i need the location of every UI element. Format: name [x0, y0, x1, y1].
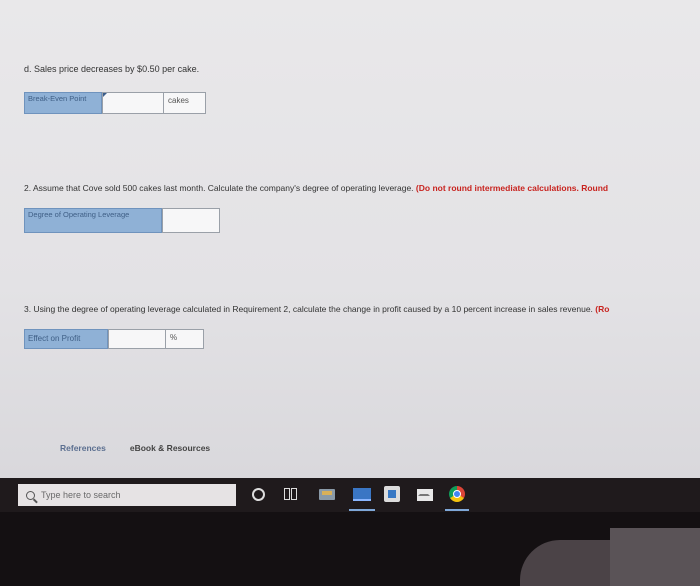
- file-explorer-icon[interactable]: [319, 489, 335, 500]
- mail-icon[interactable]: [417, 489, 433, 501]
- question-2-text: 2. Assume that Cove sold 500 cakes last …: [24, 183, 608, 193]
- active-indicator: [349, 509, 375, 511]
- break-even-row: Break-Even Point cakes: [24, 92, 206, 114]
- ebook-link[interactable]: eBook & Resources: [130, 443, 210, 453]
- browser-content: d. Sales price decreases by $0.50 per ca…: [0, 0, 700, 478]
- effect-row: Effect on Profit %: [24, 329, 204, 349]
- question-2-body: 2. Assume that Cove sold 500 cakes last …: [24, 183, 414, 193]
- break-even-label: Break-Even Point: [24, 92, 102, 114]
- dol-row: Degree of Operating Leverage: [24, 208, 220, 233]
- active-indicator: [445, 509, 469, 511]
- cortana-icon[interactable]: [252, 488, 265, 501]
- search-icon: [26, 490, 35, 500]
- effect-unit: %: [166, 329, 204, 349]
- references-link[interactable]: References: [60, 443, 106, 453]
- chrome-icon[interactable]: [449, 486, 465, 502]
- store-icon[interactable]: [384, 486, 400, 502]
- taskbar: Type here to search: [0, 478, 700, 512]
- effect-label: Effect on Profit: [24, 329, 108, 349]
- edge-icon[interactable]: [353, 488, 371, 501]
- dol-input[interactable]: [162, 208, 220, 233]
- question-3-body: 3. Using the degree of operating leverag…: [24, 304, 593, 314]
- effect-input[interactable]: [108, 329, 166, 349]
- question-d-text: d. Sales price decreases by $0.50 per ca…: [24, 64, 200, 74]
- taskbar-search-box[interactable]: Type here to search: [18, 484, 236, 506]
- break-even-input[interactable]: [102, 92, 164, 114]
- dol-label: Degree of Operating Leverage: [24, 208, 162, 233]
- question-3-note: (Ro: [595, 304, 610, 314]
- desk-object: [610, 528, 700, 586]
- question-2-note: (Do not round intermediate calculations.…: [415, 183, 609, 193]
- question-3-text: 3. Using the degree of operating leverag…: [24, 304, 609, 314]
- search-placeholder: Type here to search: [41, 490, 121, 500]
- task-view-icon[interactable]: [283, 486, 299, 502]
- input-marker-icon: [103, 93, 107, 97]
- bottom-links: References eBook & Resources: [60, 443, 210, 453]
- break-even-unit: cakes: [164, 92, 206, 114]
